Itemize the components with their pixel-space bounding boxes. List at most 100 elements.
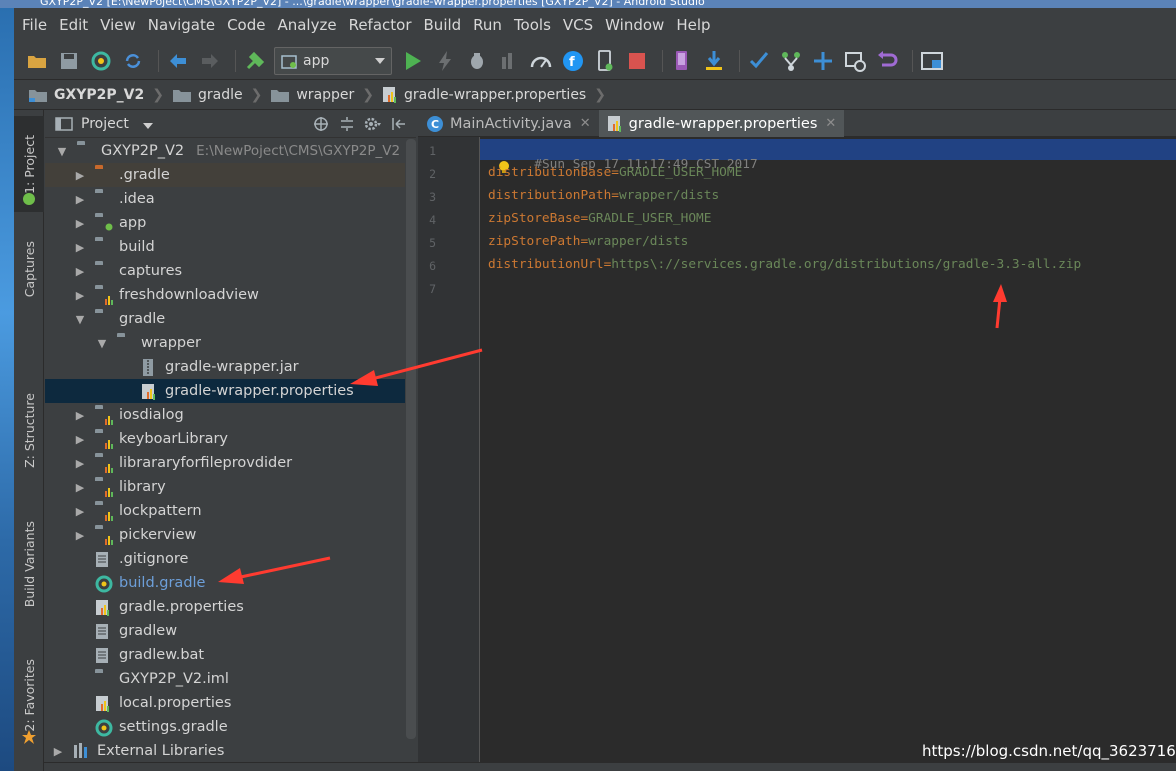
locate-icon[interactable] [310,114,332,134]
menu-code[interactable]: Code [227,16,265,34]
sync-icon[interactable] [88,48,114,74]
tab-gradle-wrapper-properties[interactable]: gradle-wrapper.properties ✕ [598,110,845,137]
chevron-right-icon: ❯ [362,86,375,103]
bottom-tool-bar [44,762,1176,771]
breadcrumb-wrapper[interactable]: wrapper ❯ [270,87,374,103]
device-icon[interactable] [592,48,618,74]
tree-root[interactable]: ▼ GXYP2P_V2 E:\NewPoject\CMS\GXYP2P_V2 [45,139,405,163]
gear-icon[interactable] [362,114,384,134]
tool-tab-captures[interactable]: Captures [14,226,44,312]
vcs-update-icon[interactable] [746,48,772,74]
tree-item-build[interactable]: ▶ build [45,235,405,259]
apply-changes-icon[interactable] [432,48,458,74]
tree-item-local-properties[interactable]: local.properties [45,691,405,715]
menu-build[interactable]: Build [424,16,462,34]
menu-file[interactable]: File [22,16,47,34]
code-editor[interactable]: 1 2 3 4 5 6 7 #Sun Sep 17 11:17:49 CST 2… [418,137,1176,771]
collapsed-arrow-icon: ▶ [75,432,85,446]
breadcrumb-gradle[interactable]: gradle ❯ [172,87,262,103]
hide-panel-icon[interactable] [388,114,410,134]
project-structure-icon[interactable] [919,48,945,74]
watermark: https://blog.csdn.net/qq_36237165 [922,742,1176,760]
menu-run[interactable]: Run [473,16,502,34]
forward-icon[interactable] [197,48,223,74]
menu-analyze[interactable]: Analyze [277,16,336,34]
chevron-right-icon: ❯ [250,86,263,103]
tree-item-gradle-cache[interactable]: ▶ .gradle [45,163,405,187]
menu-tools[interactable]: Tools [514,16,551,34]
main-toolbar: app f [14,42,1176,80]
collapsed-arrow-icon: ▶ [75,264,85,278]
tree-item-gradlew-bat[interactable]: gradlew.bat [45,643,405,667]
menu-vcs[interactable]: VCS [563,16,593,34]
tree-item-gradle-properties[interactable]: gradle.properties [45,595,405,619]
collapsed-arrow-icon: ▶ [75,408,85,422]
tree-item-pickerview[interactable]: ▶ pickerview [45,523,405,547]
tree-item-gradlew[interactable]: gradlew [45,619,405,643]
menu-window[interactable]: Window [605,16,664,34]
tree-item-iosdialog[interactable]: ▶ iosdialog [45,403,405,427]
menu-refactor[interactable]: Refactor [349,16,412,34]
tree-item-keyboarlibrary[interactable]: ▶ keyboarLibrary [45,427,405,451]
run-config-label: app [303,52,330,69]
tree-item-lockpattern[interactable]: ▶ lockpattern [45,499,405,523]
breadcrumb-project[interactable]: GXYP2P_V2 ❯ [28,87,164,103]
collapsed-arrow-icon: ▶ [75,216,85,230]
refresh-icon[interactable] [120,48,146,74]
attach-debugger-icon[interactable] [496,48,522,74]
project-view-title[interactable]: Project [81,116,129,132]
line-number: 3 [429,190,436,204]
vcs-revert-icon[interactable] [874,48,900,74]
vcs-commit-icon[interactable] [778,48,804,74]
expanded-arrow-icon: ▼ [75,312,85,326]
run-icon[interactable] [400,48,426,74]
code-line-4: zipStoreBase=GRADLE_USER_HOME [488,211,712,226]
tree-scrollbar[interactable] [406,139,416,739]
chevron-down-icon [375,57,385,64]
save-icon[interactable] [56,48,82,74]
java-class-icon: C [427,115,443,132]
close-icon[interactable]: ✕ [580,116,591,131]
menu-navigate[interactable]: Navigate [148,16,215,34]
expanded-arrow-icon: ▼ [57,144,67,158]
close-icon[interactable]: ✕ [825,116,836,131]
chevron-down-icon[interactable] [142,114,153,133]
menu-help[interactable]: Help [676,16,710,34]
avd-manager-icon[interactable] [669,48,695,74]
tree-item-librararyforfileprovdider[interactable]: ▶ librararyforfileprovdider [45,451,405,475]
instant-run-icon[interactable]: f [560,48,586,74]
breadcrumb-file[interactable]: gradle-wrapper.properties ❯ [382,86,606,104]
stop-icon[interactable] [624,48,650,74]
collapse-all-icon[interactable] [336,114,358,134]
toolbar-separator [739,49,740,72]
module-folder-icon [95,431,113,449]
tab-main-activity[interactable]: C MainActivity.java ✕ [418,110,599,137]
menu-edit[interactable]: Edit [59,16,88,34]
tool-tab-build-variants[interactable]: Build Variants [14,514,44,614]
tree-item-iml[interactable]: GXYP2P_V2.iml [45,667,405,691]
tree-item-captures[interactable]: ▶ captures [45,259,405,283]
sdk-manager-icon[interactable] [701,48,727,74]
menu-view[interactable]: View [100,16,136,34]
vcs-compare-icon[interactable] [810,48,836,74]
tree-item-idea[interactable]: ▶ .idea [45,187,405,211]
open-folder-icon[interactable] [24,48,50,74]
debug-icon[interactable] [464,48,490,74]
editor-tabs: C MainActivity.java ✕ gradle-wrapper.pro… [418,110,1176,137]
jar-file-icon [141,359,159,376]
make-hammer-icon[interactable] [242,48,268,74]
tree-item-freshdownloadview[interactable]: ▶ freshdownloadview [45,283,405,307]
tree-item-library[interactable]: ▶ library [45,475,405,499]
profile-icon[interactable] [528,48,554,74]
folder-icon [173,89,191,102]
tree-item-gradle[interactable]: ▼ gradle [45,307,405,331]
tree-item-app[interactable]: ▶ app [45,211,405,235]
code-line-6: distributionUrl=https\://services.gradle… [488,257,1082,272]
back-icon[interactable] [165,48,191,74]
tree-item-external-libraries[interactable]: ▶ External Libraries [45,739,405,763]
run-config-dropdown[interactable]: app [274,46,392,75]
vcs-history-icon[interactable] [842,48,868,74]
tool-tab-structure[interactable]: Z: Structure [14,380,44,480]
tree-item-settings-gradle[interactable]: settings.gradle [45,715,405,739]
code-line-2: distributionBase=GRADLE_USER_HOME [488,165,743,180]
